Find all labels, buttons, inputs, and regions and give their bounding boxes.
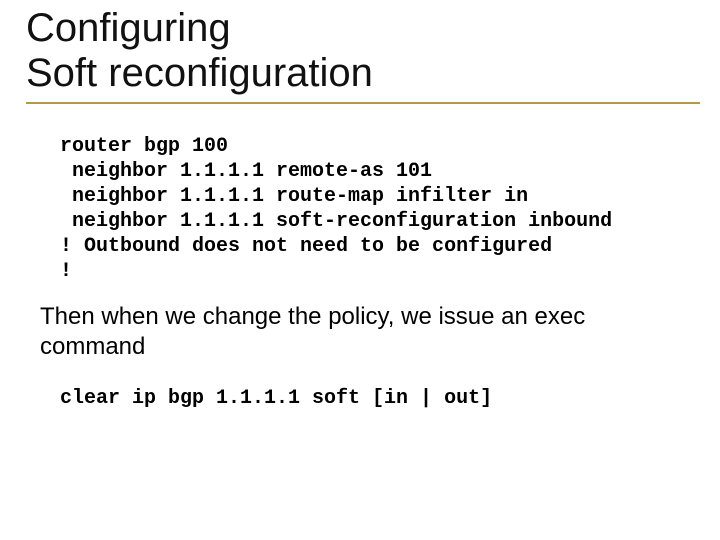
clear-code: clear ip bgp 1.1.1.1 soft [in | out] [60, 386, 660, 411]
code-line: ! Outbound does not need to be configure… [60, 235, 552, 258]
title-block: Configuring Soft reconfiguration [0, 0, 720, 104]
slide: Configuring Soft reconfiguration router … [0, 0, 720, 540]
title-line-2: Soft reconfiguration [26, 51, 373, 95]
code-line: neighbor 1.1.1.1 remote-as 101 [60, 160, 432, 183]
code-line: router bgp 100 [60, 135, 228, 158]
code-line: clear ip bgp 1.1.1.1 soft [in | out] [60, 387, 492, 410]
config-code: router bgp 100 neighbor 1.1.1.1 remote-a… [60, 134, 660, 284]
slide-title: Configuring Soft reconfiguration [26, 6, 700, 96]
title-line-1: Configuring [26, 6, 231, 50]
code-line: neighbor 1.1.1.1 soft-reconfiguration in… [60, 210, 612, 233]
body: router bgp 100 neighbor 1.1.1.1 remote-a… [0, 104, 720, 411]
code-line: neighbor 1.1.1.1 route-map infilter in [60, 185, 528, 208]
paragraph: Then when we change the policy, we issue… [40, 302, 660, 362]
code-line: ! [60, 260, 72, 283]
